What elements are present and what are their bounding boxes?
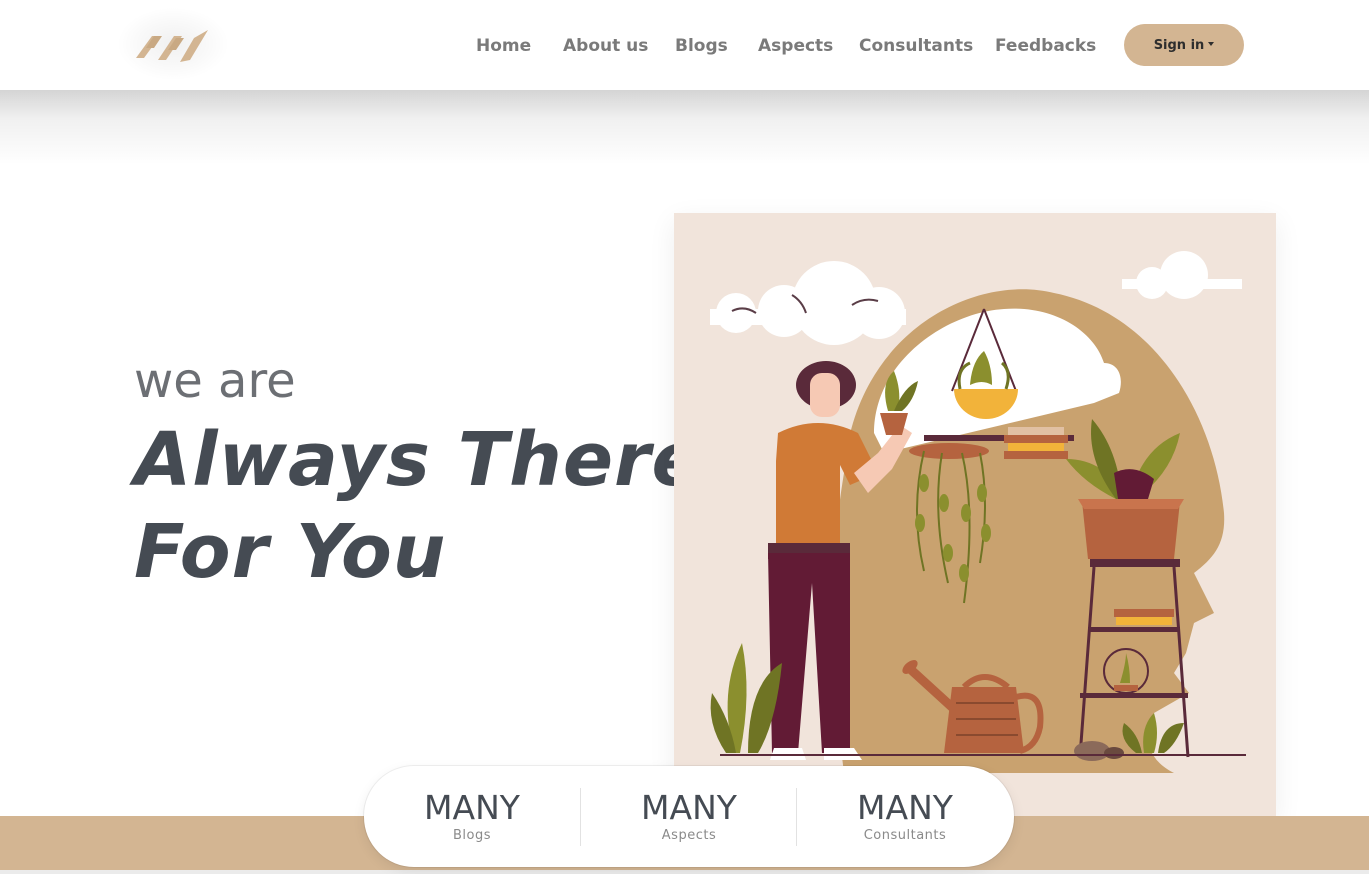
footer-divider bbox=[0, 870, 1369, 874]
stat-label: Blogs bbox=[452, 828, 491, 843]
hero-illustration bbox=[674, 213, 1276, 817]
stat-blogs: MANY Blogs bbox=[364, 766, 580, 867]
hero-title-line-2: For You bbox=[134, 509, 447, 595]
stat-value: MANY bbox=[857, 788, 953, 827]
stat-label: Aspects bbox=[661, 828, 717, 843]
nav-feedbacks[interactable]: Feedbacks bbox=[995, 33, 1096, 59]
nav-home[interactable]: Home bbox=[476, 33, 531, 59]
hero-title-line-1: Always There bbox=[134, 417, 703, 503]
sign-in-dropdown-button[interactable]: Sign in bbox=[1124, 24, 1244, 66]
stat-label: Consultants bbox=[863, 828, 947, 843]
gardener-head-plants-illustration bbox=[710, 251, 1246, 773]
stat-aspects: MANY Aspects bbox=[581, 766, 797, 867]
stat-value: MANY bbox=[641, 788, 737, 827]
nav-about-us[interactable]: About us bbox=[563, 33, 648, 59]
nav-aspects[interactable]: Aspects bbox=[758, 33, 833, 59]
nav-consultants[interactable]: Consultants bbox=[859, 33, 973, 59]
caret-down-icon bbox=[1208, 42, 1215, 46]
navbar-shadow bbox=[0, 90, 1369, 165]
hero-subtitle: we are bbox=[134, 353, 296, 409]
stat-value: MANY bbox=[424, 788, 520, 827]
sign-in-label: Sign in bbox=[1153, 37, 1205, 53]
stat-consultants: MANY Consultants bbox=[797, 766, 1013, 867]
nav-blogs[interactable]: Blogs bbox=[675, 33, 728, 59]
stats-card: MANY Blogs MANY Aspects MANY Consultants bbox=[364, 766, 1014, 867]
navbar: Home About us Blogs Aspects Consultants … bbox=[0, 0, 1369, 90]
